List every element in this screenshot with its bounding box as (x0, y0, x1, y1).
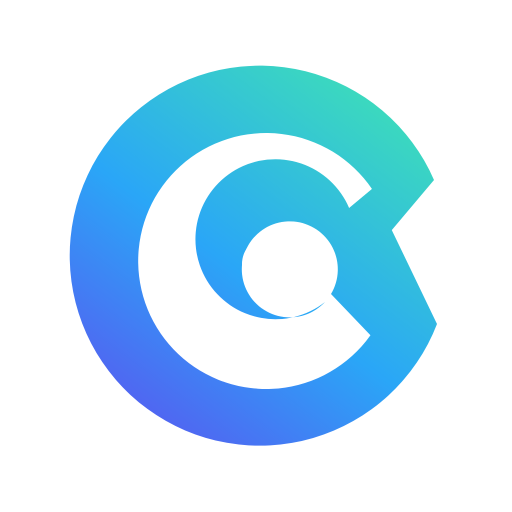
app-icon-canvas (0, 0, 512, 512)
inner-hole (242, 236, 298, 292)
brand-logo-icon (69, 65, 438, 446)
